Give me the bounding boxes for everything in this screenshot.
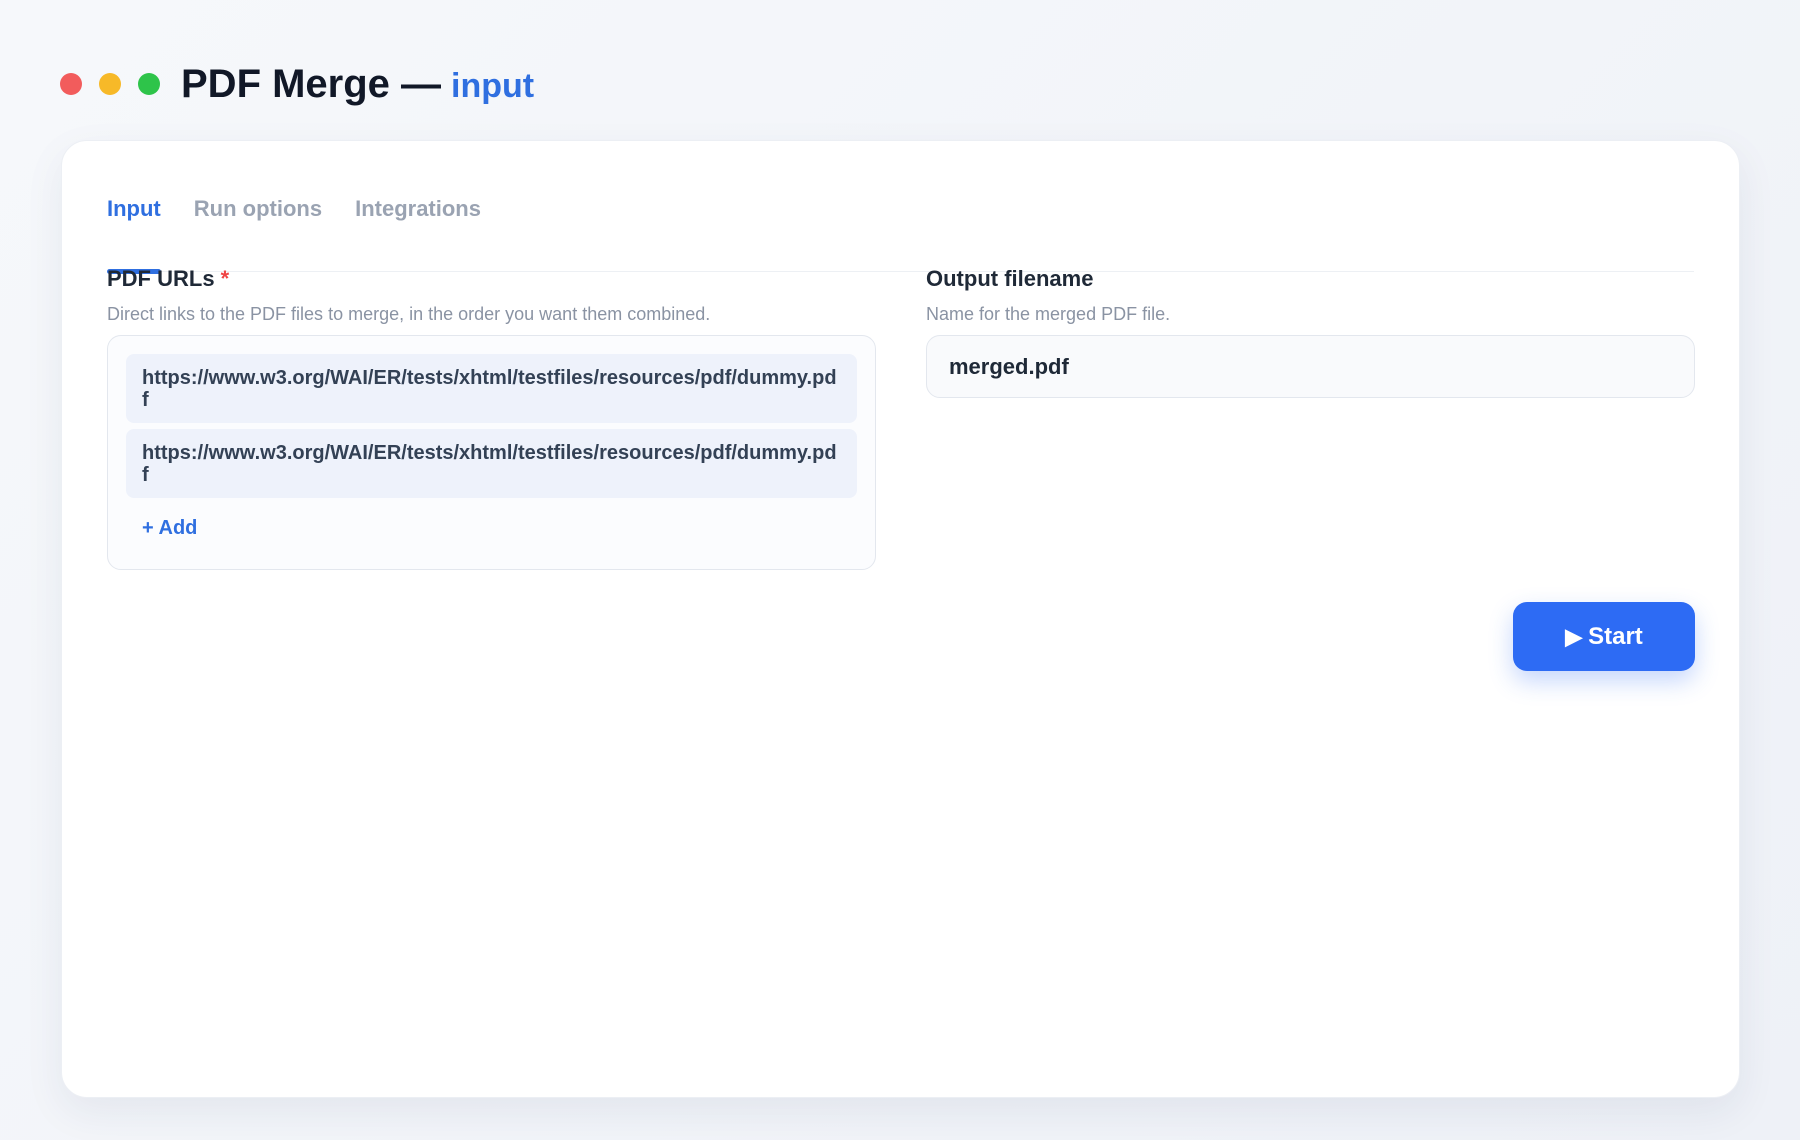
output-filename-field: Output filename Name for the merged PDF …: [926, 266, 1695, 398]
tab-input[interactable]: Input: [107, 177, 161, 274]
maximize-window-button[interactable]: [138, 73, 160, 95]
pdf-urls-label-text: PDF URLs: [107, 266, 215, 291]
output-filename-help: Name for the merged PDF file.: [926, 304, 1171, 324]
tab-integrations[interactable]: Integrations: [355, 177, 481, 272]
start-button[interactable]: ▶ Start: [1513, 602, 1695, 671]
output-filename-input[interactable]: merged.pdf: [926, 335, 1695, 398]
start-button-label: Start: [1588, 622, 1643, 650]
pdf-url-item[interactable]: https://www.w3.org/WAI/ER/tests/xhtml/te…: [126, 354, 857, 423]
minimize-window-button[interactable]: [99, 73, 121, 95]
input-card: Input Run options Integrations PDF URLs *…: [61, 140, 1740, 1098]
app-title: PDF Merge —: [181, 61, 442, 106]
pdf-urls-list: https://www.w3.org/WAI/ER/tests/xhtml/te…: [107, 335, 876, 570]
pdf-urls-label: PDF URLs *: [107, 266, 876, 292]
add-url-button[interactable]: + Add: [142, 517, 197, 540]
play-icon: ▶: [1565, 623, 1583, 649]
output-filename-label: Output filename: [926, 266, 1094, 291]
output-filename-value: merged.pdf: [949, 353, 1069, 379]
tab-run-options[interactable]: Run options: [194, 177, 322, 272]
window-titlebar: PDF Merge — input: [60, 58, 534, 110]
page-subtitle: input: [451, 66, 535, 105]
pdf-urls-field: PDF URLs * Direct links to the PDF files …: [107, 266, 876, 570]
tab-bar: Input Run options Integrations: [107, 177, 1694, 274]
pdf-url-item[interactable]: https://www.w3.org/WAI/ER/tests/xhtml/te…: [126, 429, 857, 498]
pdf-urls-help: Direct links to the PDF files to merge, …: [107, 304, 711, 324]
page-title: PDF Merge — input: [181, 62, 534, 107]
close-window-button[interactable]: [60, 73, 82, 95]
required-marker: *: [220, 266, 230, 291]
